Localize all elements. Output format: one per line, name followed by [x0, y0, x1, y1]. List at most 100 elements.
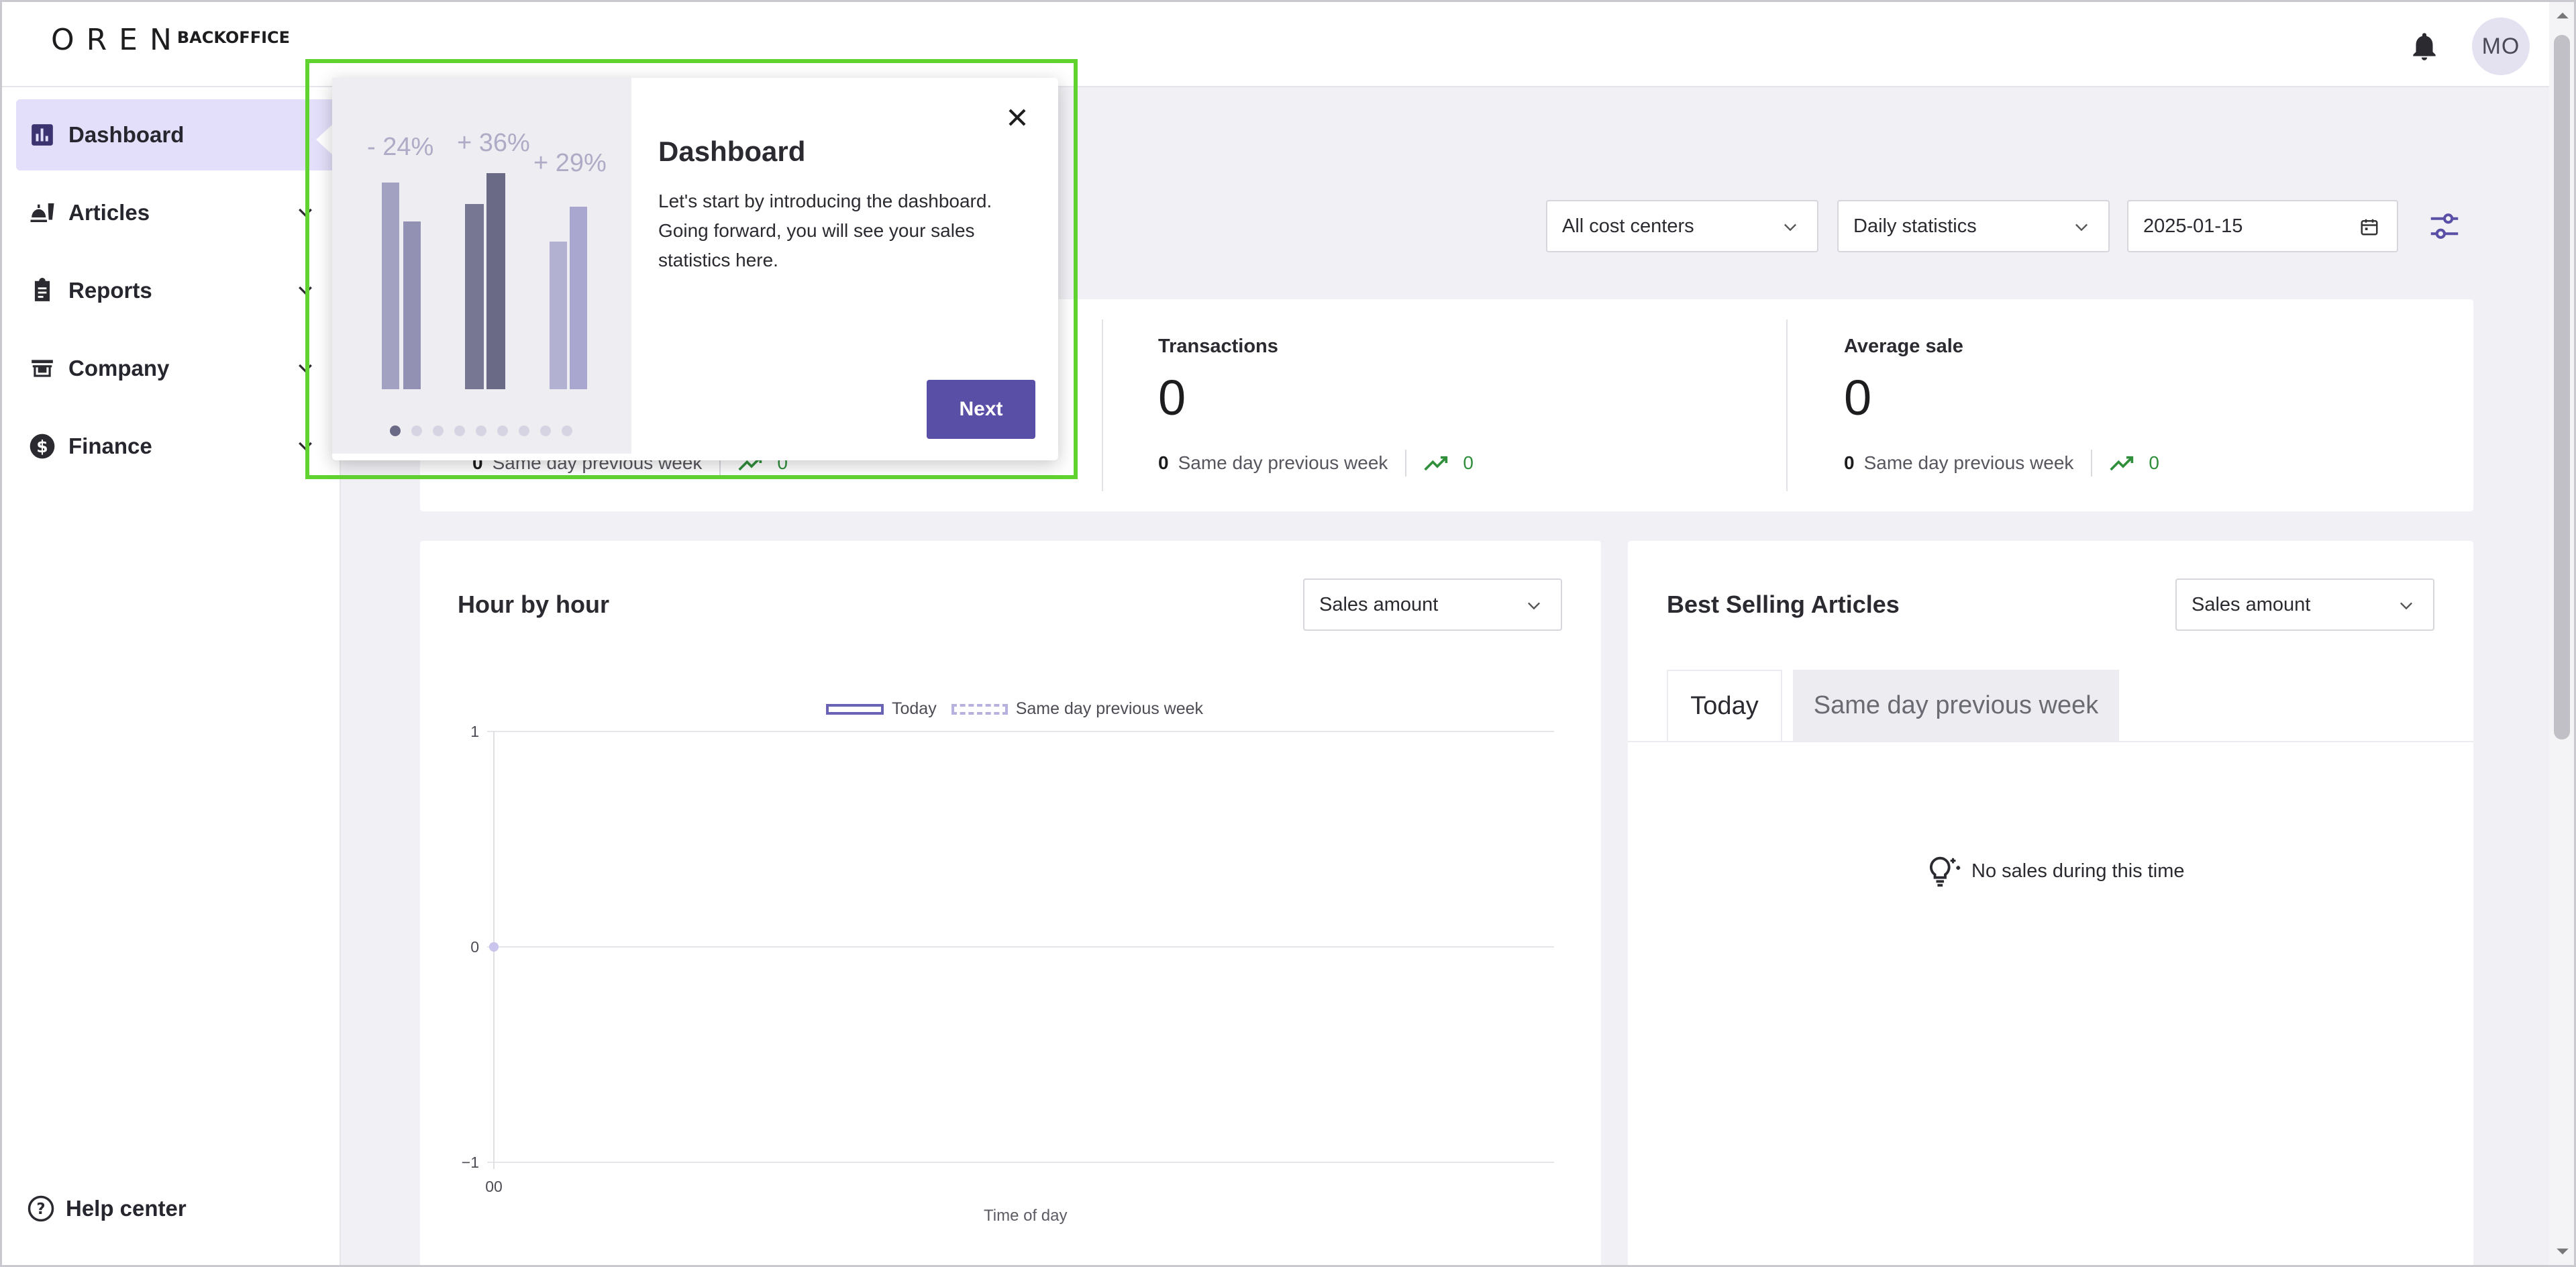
step-dot[interactable]	[433, 425, 444, 436]
y-tick-label: 1	[470, 723, 479, 740]
prev-value: 0	[1844, 452, 1855, 473]
tour-title: Dashboard	[658, 136, 806, 167]
data-point	[489, 942, 499, 952]
sidebar-item-reports[interactable]: Reports	[16, 255, 341, 326]
logo[interactable]: O R E N BACKOFFICE	[51, 24, 290, 56]
step-dot[interactable]	[454, 425, 465, 436]
date-input[interactable]: 2025-01-15	[2127, 200, 2398, 252]
illustration-bars	[332, 78, 631, 389]
step-dot[interactable]	[519, 425, 529, 436]
tab-today[interactable]: Today	[1667, 670, 1782, 741]
sidebar-item-dashboard[interactable]: Dashboard	[16, 99, 341, 170]
tab-same-day-previous-week[interactable]: Same day previous week	[1793, 670, 2119, 741]
tour-popover: - 24% + 36% + 29% Dashboard Let's start …	[332, 78, 1058, 460]
svg-text:$: $	[36, 437, 48, 456]
sidebar-item-label: Company	[68, 356, 170, 381]
sidebar: Dashboard Articles Reports Company $ Fin…	[0, 87, 341, 1267]
calendar-icon[interactable]	[2359, 216, 2379, 238]
step-dot[interactable]	[562, 425, 572, 436]
best-selling-panel: Best Selling Articles Sales amount	[1628, 541, 2473, 1267]
tour-pointer	[316, 123, 333, 156]
illustration-bar	[570, 207, 587, 389]
trend-value: 0	[1463, 452, 1474, 473]
help-center-link[interactable]: ? Help center	[27, 1195, 187, 1223]
tour-illustration: - 24% + 36% + 29%	[332, 78, 631, 454]
sidebar-item-articles[interactable]: Articles	[16, 177, 341, 248]
divider	[1102, 319, 1103, 491]
trend-up-icon	[2110, 456, 2134, 471]
sidebar-item-label: Reports	[68, 278, 152, 303]
dollar-icon: $	[27, 431, 58, 462]
hourly-line-chart: 1 0 −1 00	[462, 723, 1554, 1195]
illustration-bar	[403, 221, 421, 389]
scroll-down-icon[interactable]	[2555, 1247, 2570, 1258]
illustration-bar	[382, 183, 399, 389]
statistics-select[interactable]: Daily statistics	[1837, 200, 2110, 252]
bar-chart-icon	[27, 119, 58, 150]
divider	[1405, 450, 1407, 476]
food-icon	[27, 197, 58, 228]
y-tick-label: −1	[462, 1154, 479, 1171]
lightbulb-icon	[1930, 856, 1961, 887]
tour-step-dots	[390, 425, 572, 436]
tour-body: Let's start by introducing the dashboard…	[658, 191, 992, 270]
filter-settings-icon[interactable]	[2426, 208, 2463, 244]
statistics-value: Daily statistics	[1853, 215, 1977, 237]
x-axis-label: Time of day	[984, 1207, 1068, 1225]
sidebar-item-label: Dashboard	[68, 122, 185, 147]
x-tick-label: 00	[485, 1178, 503, 1195]
step-dot[interactable]	[497, 425, 508, 436]
sidebar-item-finance[interactable]: $ Finance	[16, 411, 341, 482]
step-dot[interactable]	[476, 425, 486, 436]
prev-label: Same day previous week	[1863, 452, 2074, 473]
prev-value: 0	[1158, 452, 1169, 473]
scroll-up-icon[interactable]	[2555, 9, 2570, 20]
empty-state: No sales during this time	[1927, 855, 2185, 887]
stat-value: 0	[1844, 370, 1872, 425]
bell-icon[interactable]	[2408, 30, 2441, 63]
sidebar-item-company[interactable]: Company	[16, 333, 341, 404]
help-center-label: Help center	[66, 1196, 187, 1221]
chevron-down-icon	[2075, 223, 2088, 232]
sidebar-item-label: Articles	[68, 200, 150, 225]
best-selling-metric-select[interactable]: Sales amount	[2175, 578, 2434, 631]
step-dot[interactable]	[390, 425, 401, 436]
avatar[interactable]: MO	[2472, 17, 2530, 75]
illustration-bar	[465, 204, 484, 389]
divider	[2091, 450, 2093, 476]
chevron-down-icon	[2400, 602, 2412, 610]
stat-title: Average sale	[1844, 336, 1963, 357]
logo-mark: O R E N	[51, 23, 173, 57]
y-tick-label: 0	[470, 938, 479, 956]
close-icon[interactable]	[1004, 105, 1030, 130]
hour-by-hour-panel: Hour by hour Sales amount Today Same day…	[420, 541, 1601, 1267]
prev-label: Same day previous week	[1178, 452, 1388, 473]
trend-value: 0	[2149, 452, 2159, 473]
step-dot[interactable]	[411, 425, 422, 436]
date-value: 2025-01-15	[2143, 215, 2243, 237]
clipboard-icon	[27, 275, 58, 306]
cost-center-value: All cost centers	[1562, 215, 1694, 237]
scrollbar-thumb[interactable]	[2554, 35, 2570, 740]
panel-title: Best Selling Articles	[1667, 591, 1900, 618]
illustration-bar	[550, 242, 567, 389]
metric-value: Sales amount	[2192, 593, 2311, 615]
step-dot[interactable]	[540, 425, 551, 436]
trend-up-icon	[1424, 456, 1448, 471]
stat-foot-average: 0 Same day previous week 0	[1844, 450, 2159, 476]
illustration-bar	[486, 173, 505, 389]
empty-message: No sales during this time	[1971, 860, 2185, 882]
cost-center-select[interactable]: All cost centers	[1546, 200, 1818, 252]
next-button[interactable]: Next	[927, 380, 1035, 439]
chevron-down-icon	[1784, 223, 1796, 232]
stat-value: 0	[1158, 370, 1186, 425]
stat-foot-transactions: 0 Same day previous week 0	[1158, 450, 1474, 476]
sidebar-item-label: Finance	[68, 434, 152, 458]
help-icon: ?	[28, 1195, 54, 1222]
stat-title: Transactions	[1158, 336, 1278, 357]
tabs-divider	[1628, 741, 2473, 742]
svg-text:?: ?	[36, 1201, 45, 1218]
logo-text: BACKOFFICE	[176, 28, 291, 47]
divider	[1786, 319, 1788, 491]
store-icon	[27, 353, 58, 384]
